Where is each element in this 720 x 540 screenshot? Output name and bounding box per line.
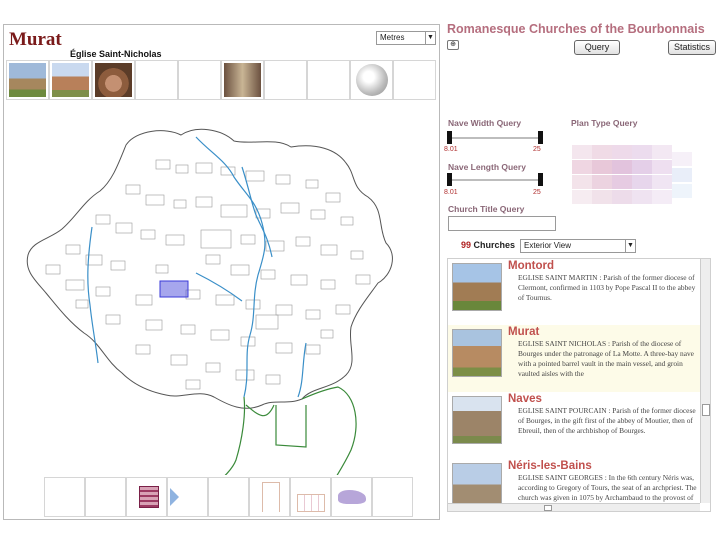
floor-plan-icon: [139, 486, 159, 508]
result-description: EGLISE SAINT MARTIN : Parish of the form…: [518, 273, 696, 302]
photo-thumb[interactable]: [49, 60, 92, 100]
nave-length-max: 25: [533, 189, 541, 196]
arrow-right-icon: [170, 488, 179, 506]
photo-thumb[interactable]: [221, 60, 264, 100]
church-photo: [452, 263, 502, 311]
units-select-value: Metres: [380, 33, 405, 42]
plan-thumb[interactable]: [167, 477, 208, 517]
result-description: EGLISE SAINT NICHOLAS : Parish of the di…: [518, 339, 694, 378]
zoom-icon[interactable]: ⊕: [447, 40, 459, 50]
photo-thumb[interactable]: [92, 60, 135, 100]
query-button[interactable]: Query: [574, 40, 620, 55]
nave-width-max: 25: [533, 146, 541, 153]
scrollbar-thumb[interactable]: [544, 505, 552, 511]
church-subtitle: Église Saint-Nicholas: [70, 49, 162, 59]
district-boundary: [224, 386, 357, 475]
photo-thumb-empty[interactable]: [135, 60, 178, 100]
nave-length-label: Nave Length Query: [448, 162, 526, 172]
result-name[interactable]: Murat: [508, 326, 539, 338]
nave-length-slider[interactable]: [446, 172, 544, 188]
list-item[interactable]: Naves EGLISE SAINT POURCAIN : Parish of …: [448, 392, 700, 459]
plan-thumb[interactable]: [290, 477, 331, 517]
plan-thumb-empty[interactable]: [372, 477, 413, 517]
photo-thumb[interactable]: [6, 60, 49, 100]
result-name[interactable]: Naves: [508, 393, 542, 405]
church-photo: [224, 63, 261, 97]
photo-thumb-empty[interactable]: [350, 60, 393, 100]
result-name[interactable]: Montord: [508, 260, 554, 272]
section-icon: [297, 494, 325, 512]
church-title-query-label: Church Title Query: [448, 204, 525, 214]
chevron-down-icon: ▼: [425, 32, 435, 44]
church-photo: [452, 396, 502, 444]
elevation-icon: [262, 482, 280, 512]
result-count-label: Churches: [473, 240, 516, 250]
list-item[interactable]: Montord EGLISE SAINT MARTIN : Parish of …: [448, 259, 700, 326]
slider-max-handle[interactable]: [538, 131, 543, 144]
church-photo: [9, 63, 46, 97]
photo-thumb-empty[interactable]: [264, 60, 307, 100]
plan-type-label: Plan Type Query: [571, 118, 638, 128]
view-select[interactable]: Exterior View ▼: [520, 239, 636, 253]
units-select[interactable]: Metres ▼: [376, 31, 436, 45]
plan-thumb-empty[interactable]: [208, 477, 249, 517]
vertical-scrollbar[interactable]: [700, 259, 710, 503]
slider-min-handle[interactable]: [447, 173, 452, 186]
plan-type-grid[interactable]: [572, 140, 712, 220]
region-map[interactable]: [6, 105, 439, 475]
plan-thumb[interactable]: [331, 477, 372, 517]
photo-thumb-empty[interactable]: [307, 60, 350, 100]
result-count: 99 Churches: [461, 240, 515, 250]
scrollbar-thumb[interactable]: [702, 404, 710, 416]
church-photo: [95, 63, 132, 97]
view-select-value: Exterior View: [524, 241, 571, 250]
plan-thumb[interactable]: [249, 477, 290, 517]
church-title: Murat: [9, 29, 62, 50]
result-description: EGLISE SAINT POURCAIN : Parish of the fo…: [518, 406, 696, 435]
slider-track: [448, 179, 542, 181]
result-name[interactable]: Néris-les-Bains: [508, 460, 592, 472]
app-title: Romanesque Churches of the Bourbonnais: [447, 22, 705, 36]
plan-thumb[interactable]: [126, 477, 167, 517]
rivers: [87, 136, 307, 398]
slider-track: [448, 137, 542, 139]
panorama-sphere-icon: [356, 64, 388, 96]
plan-thumb-empty[interactable]: [85, 477, 126, 517]
department-outline: [26, 128, 393, 409]
sculpture-icon: [338, 490, 366, 504]
horizontal-scrollbar[interactable]: [448, 503, 700, 511]
photo-strip: [6, 60, 439, 100]
photo-thumb-empty[interactable]: [393, 60, 436, 100]
church-title-input[interactable]: [448, 216, 556, 231]
statistics-button[interactable]: Statistics: [668, 40, 716, 55]
nave-width-slider[interactable]: [446, 130, 544, 146]
left-pane: Murat Metres ▼ Église Saint-Nicholas: [3, 24, 440, 520]
results-list: Montord EGLISE SAINT MARTIN : Parish of …: [447, 258, 711, 512]
list-item-selected[interactable]: Murat EGLISE SAINT NICHOLAS : Parish of …: [448, 325, 700, 392]
plan-strip: [44, 477, 436, 517]
church-photo: [452, 329, 502, 377]
result-count-number: 99: [461, 240, 472, 250]
slider-max-handle[interactable]: [538, 173, 543, 186]
nave-width-label: Nave Width Query: [448, 118, 522, 128]
plan-thumb-empty[interactable]: [44, 477, 85, 517]
nave-width-min: 8.01: [444, 146, 458, 153]
chevron-down-icon: ▼: [625, 240, 635, 252]
slider-min-handle[interactable]: [447, 131, 452, 144]
photo-thumb-empty[interactable]: [178, 60, 221, 100]
selected-church-marker[interactable]: [159, 280, 189, 298]
church-photo: [52, 63, 89, 97]
nave-length-min: 8.01: [444, 189, 458, 196]
